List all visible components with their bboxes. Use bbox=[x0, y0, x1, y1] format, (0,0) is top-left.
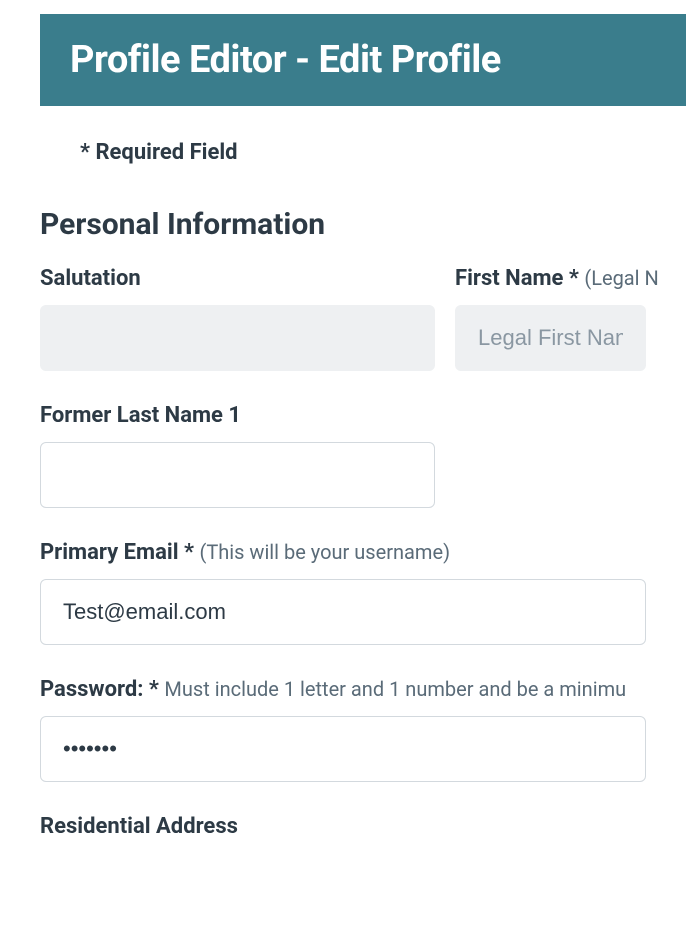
group-former-last-name-1: Former Last Name 1 bbox=[40, 403, 435, 508]
label-primary-email-text: Primary Email bbox=[40, 540, 179, 565]
first-name-input[interactable] bbox=[455, 305, 646, 371]
group-first-name: First Name * (Legal N bbox=[455, 266, 646, 371]
section-residential-address: Residential Address bbox=[40, 814, 646, 839]
password-hint: Must include 1 letter and 1 number and b… bbox=[164, 677, 626, 701]
password-input[interactable] bbox=[40, 716, 646, 782]
label-password-text: Password: bbox=[40, 677, 143, 702]
row-former-last-name: Former Last Name 1 bbox=[40, 403, 646, 508]
label-first-name: First Name * (Legal N bbox=[455, 266, 646, 291]
former-last-name-1-input[interactable] bbox=[40, 442, 435, 508]
section-personal-information: Personal Information bbox=[40, 207, 646, 242]
label-password: Password: * Must include 1 letter and 1 … bbox=[40, 677, 646, 702]
first-name-hint: (Legal N bbox=[584, 266, 658, 290]
group-salutation: Salutation bbox=[40, 266, 435, 371]
label-first-name-text: First Name bbox=[455, 266, 563, 291]
label-primary-email: Primary Email * (This will be your usern… bbox=[40, 540, 646, 565]
row-password: Password: * Must include 1 letter and 1 … bbox=[40, 677, 646, 782]
label-salutation: Salutation bbox=[40, 266, 435, 291]
page-header: Profile Editor - Edit Profile bbox=[40, 14, 686, 106]
primary-email-input[interactable] bbox=[40, 579, 646, 645]
primary-email-hint: (This will be your username) bbox=[199, 540, 450, 564]
required-mark: * bbox=[569, 266, 579, 291]
row-primary-email: Primary Email * (This will be your usern… bbox=[40, 540, 646, 645]
required-field-note: * Required Field bbox=[80, 140, 646, 165]
form-content: * Required Field Personal Information Sa… bbox=[0, 140, 686, 839]
label-former-last-name-1: Former Last Name 1 bbox=[40, 403, 435, 428]
required-mark: * bbox=[149, 677, 159, 702]
required-mark: * bbox=[184, 540, 194, 565]
group-password: Password: * Must include 1 letter and 1 … bbox=[40, 677, 646, 782]
page-title: Profile Editor - Edit Profile bbox=[70, 38, 656, 82]
row-salutation-firstname: Salutation First Name * (Legal N bbox=[40, 266, 646, 371]
group-primary-email: Primary Email * (This will be your usern… bbox=[40, 540, 646, 645]
salutation-input[interactable] bbox=[40, 305, 435, 371]
